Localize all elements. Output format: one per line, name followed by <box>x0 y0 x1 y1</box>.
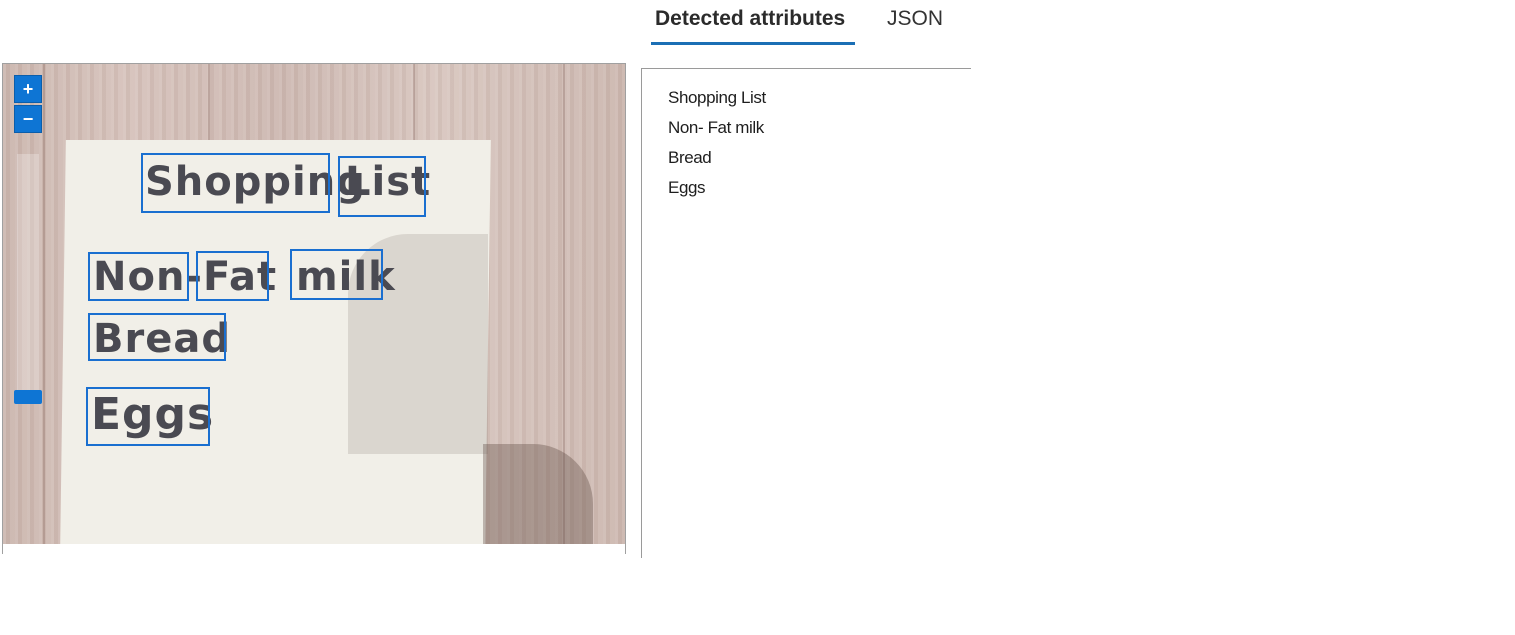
result-line: Eggs <box>668 178 706 197</box>
zoom-in-button[interactable]: + <box>14 75 42 103</box>
zoom-out-button[interactable]: − <box>14 105 42 133</box>
result-line: Shopping List <box>668 88 766 107</box>
detected-attributes-panel: Shopping List Non- Fat milk Bread Eggs <box>641 68 971 558</box>
uploaded-photo: Shopping List Non- Fat milk Bread Eggs <box>3 64 625 544</box>
bounding-box-list <box>338 156 426 217</box>
zoom-slider-track[interactable] <box>17 154 39 404</box>
result-line: Bread <box>668 148 712 167</box>
active-tab-indicator <box>651 42 855 45</box>
tab-detected-attributes[interactable]: Detected attributes <box>655 6 845 32</box>
tab-json[interactable]: JSON <box>887 6 943 32</box>
zoom-slider-handle[interactable] <box>14 390 42 404</box>
bounding-box-shopping <box>141 153 330 213</box>
bounding-box-fat <box>196 251 269 301</box>
bounding-box-bread <box>88 313 226 361</box>
image-viewer[interactable]: Shopping List Non- Fat milk Bread Eggs +… <box>2 63 626 554</box>
bounding-box-milk <box>290 249 383 300</box>
bounding-box-non <box>88 252 189 301</box>
result-line: Non- Fat milk <box>668 118 764 137</box>
bounding-box-eggs <box>86 387 210 446</box>
